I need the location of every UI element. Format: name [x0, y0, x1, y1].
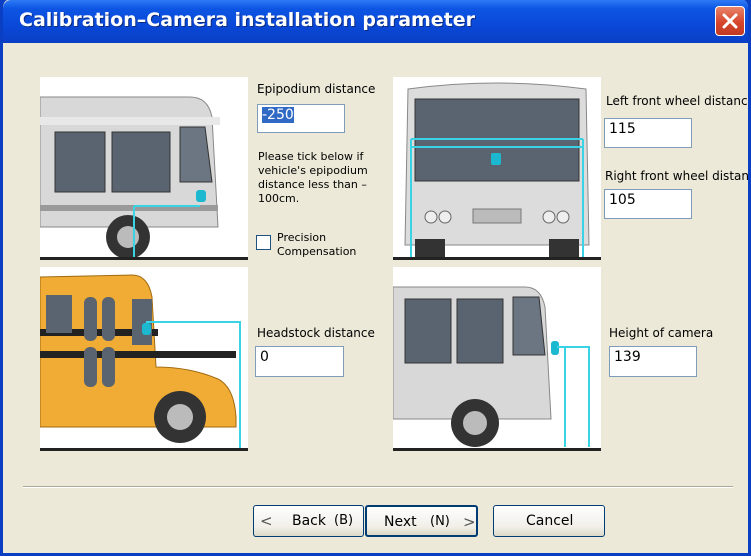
cancel-button[interactable]: Cancel	[493, 505, 605, 537]
chevron-right-icon: >	[463, 513, 476, 531]
precision-compensation-label: Precision Compensation	[277, 231, 357, 258]
chevron-left-icon: <	[260, 512, 273, 530]
camera-icon	[196, 190, 206, 202]
left-wheel-input[interactable]: 115	[604, 118, 692, 148]
epipodium-note: Please tick below if vehicle's epipodium…	[258, 150, 368, 205]
window-title: Calibration–Camera installation paramete…	[19, 9, 476, 31]
camera-icon	[142, 323, 151, 335]
camera-icon	[491, 153, 501, 165]
close-button[interactable]	[715, 6, 745, 36]
camera-height-value: 139	[614, 349, 641, 365]
headstock-label: Headstock distance	[257, 326, 375, 340]
back-button[interactable]: < Back (B)	[253, 505, 364, 537]
headstock-value: 0	[260, 349, 269, 365]
camera-height-input[interactable]: 139	[609, 346, 697, 377]
separator	[23, 486, 733, 488]
camera-height-label: Height of camera	[609, 326, 714, 340]
headstock-input[interactable]: 0	[255, 346, 344, 377]
epipodium-value: -250	[262, 107, 294, 123]
front-wheel-illustration	[393, 77, 601, 260]
precision-compensation-checkbox[interactable]	[256, 235, 271, 250]
cancel-button-label: Cancel	[526, 513, 574, 529]
right-wheel-input[interactable]: 105	[604, 189, 692, 219]
left-wheel-label: Left front wheel distance	[606, 94, 751, 108]
calibration-dialog: Calibration–Camera installation paramete…	[0, 0, 751, 556]
headstock-illustration	[40, 267, 248, 451]
epipodium-input[interactable]: -250	[257, 104, 345, 133]
next-button[interactable]: Next (N) >	[365, 505, 478, 537]
back-accelerator: (B)	[334, 513, 354, 528]
title-bar[interactable]: Calibration–Camera installation paramete…	[3, 0, 748, 43]
left-wheel-value: 115	[609, 121, 636, 137]
next-button-label: Next	[384, 514, 417, 530]
epipodium-illustration	[40, 77, 248, 260]
epipodium-label: Epipodium distance	[257, 82, 376, 96]
next-accelerator: (N)	[430, 514, 450, 529]
camera-height-illustration	[393, 267, 601, 451]
right-wheel-value: 105	[609, 192, 636, 208]
dialog-client-area: Epipodium distance -250 Please tick belo…	[6, 43, 751, 553]
back-button-label: Back	[292, 513, 326, 529]
close-icon	[722, 13, 738, 29]
right-wheel-label: Right front wheel distance	[605, 169, 751, 183]
